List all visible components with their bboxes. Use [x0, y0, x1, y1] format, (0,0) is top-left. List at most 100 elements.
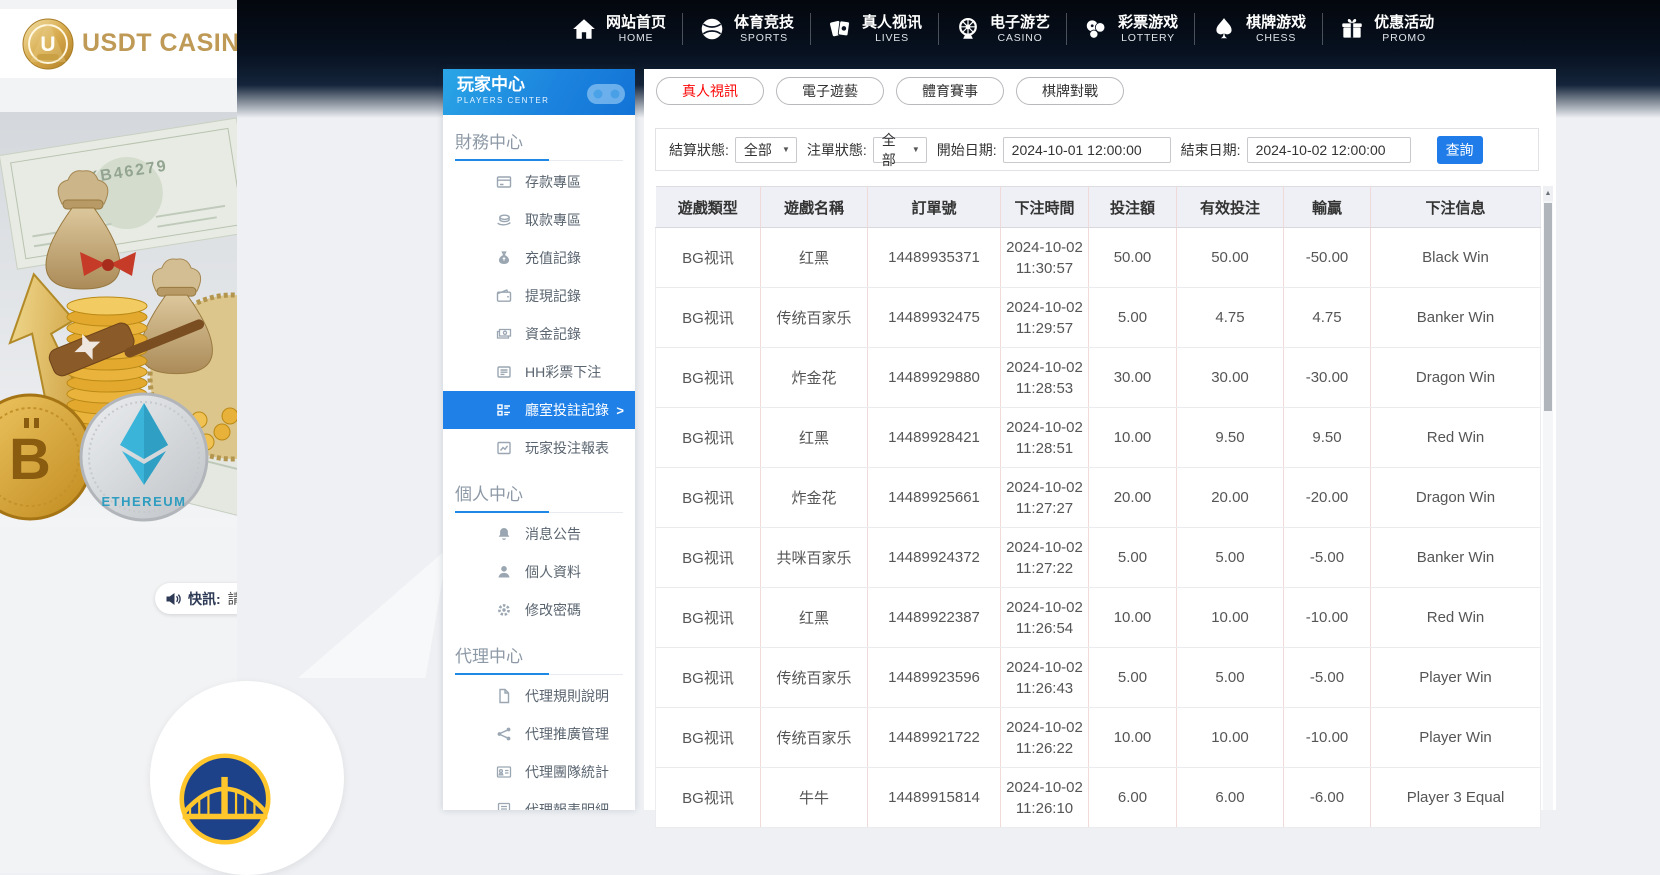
scrollbar-thumb[interactable]	[1544, 203, 1552, 411]
scroll-up-button[interactable]: ▲	[1543, 186, 1553, 201]
tab-sports-events[interactable]: 體育賽事	[896, 77, 1004, 105]
table-row: BG视讯 炸金花 14489925661 2024-10-02 11:27:27…	[655, 467, 1541, 528]
cell-game-type: BG视讯	[655, 587, 761, 648]
sidebar-item-agent-report-detail[interactable]: 代理報表明細	[443, 791, 635, 810]
settle-status-label: 結算狀態:	[669, 141, 729, 158]
column-header: 有效投注	[1176, 186, 1284, 228]
table-row: BG视讯 红黑 14489928421 2024-10-02 11:28:51 …	[655, 407, 1541, 468]
svg-text:B: B	[9, 427, 51, 492]
cell-bet-amount: 5.00	[1088, 527, 1177, 588]
nav-item-promo[interactable]: 优惠活动 PROMO	[1323, 14, 1450, 45]
game-category-tabs: 真人視訊 電子遊藝 體育賽事 棋牌對戰	[656, 77, 1124, 105]
cell-bet-info: Red Win	[1370, 407, 1541, 468]
cell-valid-bet: 10.00	[1176, 707, 1284, 768]
speaker-icon	[166, 592, 181, 605]
brand-logo[interactable]: U USDT CASINO	[0, 9, 237, 78]
share-icon	[497, 727, 511, 741]
cell-order-no: 14489929880	[867, 347, 1001, 408]
cell-order-no: 14489925661	[867, 467, 1001, 528]
sidebar-item-announcements[interactable]: 消息公告	[443, 515, 635, 553]
cell-valid-bet: 10.00	[1176, 587, 1284, 648]
cell-game-name: 传统百家乐	[760, 287, 868, 348]
cell-game-name: 炸金花	[760, 467, 868, 528]
tab-electronic-games[interactable]: 電子遊藝	[776, 77, 884, 105]
section-underline	[455, 511, 623, 513]
cell-game-type: BG视讯	[655, 527, 761, 588]
sidebar-item-withdraw-record[interactable]: 提現記錄	[443, 277, 635, 315]
table-scrollbar[interactable]: ▲	[1543, 186, 1553, 810]
cell-valid-bet: 5.00	[1176, 527, 1284, 588]
sidebar-item-deposit[interactable]: 存款專區	[443, 163, 635, 201]
table-row: BG视讯 传统百家乐 14489921722 2024-10-02 11:26:…	[655, 707, 1541, 768]
cell-bet-info: Dragon Win	[1370, 467, 1541, 528]
crypto-money-banner: KB46279 B ETHEREUM	[0, 112, 237, 527]
cell-bet-amount: 6.00	[1088, 767, 1177, 828]
chevron-down-icon: ▼	[781, 145, 790, 154]
roulette-icon	[959, 17, 977, 39]
sidebar-section-agent: 代理中心	[443, 629, 635, 677]
cell-bet-amount: 10.00	[1088, 407, 1177, 468]
sidebar-item-hh-lottery-bets[interactable]: HH彩票下注	[443, 353, 635, 391]
sidebar-item-player-bet-report[interactable]: 玩家投注報表	[443, 429, 635, 467]
cell-bet-time: 2024-10-02 11:27:27	[1000, 467, 1089, 528]
nav-item-home[interactable]: 网站首页 HOME	[555, 14, 682, 45]
cell-valid-bet: 20.00	[1176, 467, 1284, 528]
cell-bet-info: Player Win	[1370, 707, 1541, 768]
cell-game-type: BG视讯	[655, 287, 761, 348]
sidebar-item-funds-record[interactable]: 資金記錄	[443, 315, 635, 353]
money-bag-icon	[499, 251, 509, 264]
bridge-logo-icon	[179, 753, 271, 845]
cell-bet-amount: 10.00	[1088, 587, 1177, 648]
sidebar-item-agent-promotion[interactable]: 代理推廣管理	[443, 715, 635, 753]
nav-item-casino[interactable]: 电子游艺 CASINO	[939, 14, 1066, 45]
sidebar-item-agent-team-stats[interactable]: 代理團隊統計	[443, 753, 635, 791]
list-icon	[497, 366, 511, 378]
cell-valid-bet: 4.75	[1176, 287, 1284, 348]
column-header: 投注額	[1088, 186, 1177, 228]
cell-game-name: 牛牛	[760, 767, 868, 828]
cell-game-type: BG视讯	[655, 467, 761, 528]
cell-game-type: BG视讯	[655, 347, 761, 408]
bet-records-table: 遊戲類型 遊戲名稱 訂單號 下注時間 投注額 有效投注 輸贏 下注信息 BG视讯 红黑 144…	[655, 186, 1541, 828]
sidebar-item-withdraw[interactable]: 取款專區	[443, 201, 635, 239]
cell-bet-amount: 20.00	[1088, 467, 1177, 528]
nav-item-lives[interactable]: 真人视讯 LIVES	[811, 14, 938, 45]
cell-order-no: 14489915814	[867, 767, 1001, 828]
sidebar-item-recharge-record[interactable]: 充值記錄	[443, 239, 635, 277]
cell-bet-info: Red Win	[1370, 587, 1541, 648]
cell-bet-amount: 10.00	[1088, 707, 1177, 768]
cell-win-loss: -6.00	[1283, 767, 1371, 828]
cell-bet-time: 2024-10-02 11:26:10	[1000, 767, 1089, 828]
sidebar-item-profile[interactable]: 個人資料	[443, 553, 635, 591]
nav-item-sports[interactable]: 体育竞技 SPORTS	[683, 14, 810, 45]
cell-win-loss: -10.00	[1283, 587, 1371, 648]
search-button[interactable]: 查詢	[1436, 135, 1483, 164]
nav-item-lottery[interactable]: 彩票游戏 LOTTERY	[1067, 14, 1194, 45]
table-row: BG视讯 共咪百家乐 14489924372 2024-10-02 11:27:…	[655, 527, 1541, 588]
cell-win-loss: -50.00	[1283, 227, 1371, 288]
tab-chess-battle[interactable]: 棋牌對戰	[1016, 77, 1124, 105]
nav-item-chess[interactable]: 棋牌游戏 CHESS	[1195, 14, 1322, 45]
cell-bet-info: Black Win	[1370, 227, 1541, 288]
table-row: BG视讯 红黑 14489935371 2024-10-02 11:30:57 …	[655, 227, 1541, 288]
sidebar-item-change-password[interactable]: 修改密碼	[443, 591, 635, 629]
settle-status-select[interactable]: 全部 ▼	[734, 136, 797, 163]
hand-money-icon	[497, 214, 511, 226]
end-date-input[interactable]	[1246, 136, 1411, 163]
order-status-select[interactable]: 全部 ▼	[872, 132, 927, 168]
table-row: BG视讯 传统百家乐 14489923596 2024-10-02 11:26:…	[655, 647, 1541, 708]
column-header: 訂單號	[867, 186, 1001, 228]
tab-live-video[interactable]: 真人視訊	[656, 77, 764, 105]
sidebar-item-agent-rules[interactable]: 代理規則說明	[443, 677, 635, 715]
document-icon	[499, 688, 510, 704]
order-status-label: 注單狀態:	[806, 141, 867, 158]
sidebar-item-room-bet-records[interactable]: 廳室投註記錄 >	[443, 391, 635, 429]
cell-bet-time: 2024-10-02 11:30:57	[1000, 227, 1089, 288]
cell-valid-bet: 9.50	[1176, 407, 1284, 468]
cell-order-no: 14489921722	[867, 707, 1001, 768]
column-header: 下注信息	[1370, 186, 1541, 228]
table-row: BG视讯 炸金花 14489929880 2024-10-02 11:28:53…	[655, 347, 1541, 408]
bridge-badge	[150, 681, 344, 875]
start-date-input[interactable]	[1002, 136, 1171, 163]
marquee-label: 快訊:	[188, 590, 221, 607]
